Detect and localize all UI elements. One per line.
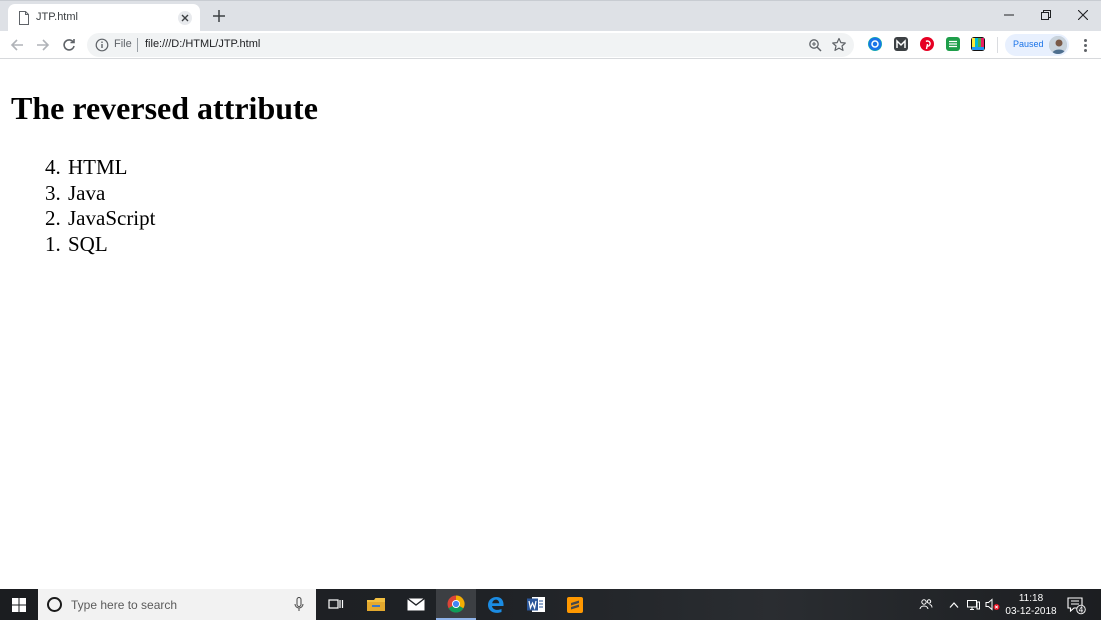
notification-count: 4 <box>1079 605 1084 614</box>
forward-icon[interactable] <box>33 35 53 55</box>
list-item: 4. HTML <box>45 155 128 179</box>
close-window-icon[interactable] <box>1064 1 1101 29</box>
microphone-icon[interactable] <box>294 597 304 612</box>
zoom-icon[interactable] <box>808 38 822 52</box>
tab-strip: JTP.html <box>0 0 1101 32</box>
clock-date: 03-12-2018 <box>1005 606 1057 617</box>
avatar <box>1049 36 1067 54</box>
reload-icon[interactable] <box>59 35 79 55</box>
people-icon[interactable] <box>916 589 936 620</box>
word-icon[interactable] <box>516 589 556 620</box>
omnibox-divider <box>137 38 138 52</box>
minimize-icon[interactable] <box>990 1 1027 29</box>
profile-paused-button[interactable]: Paused <box>1005 34 1069 56</box>
new-tab-icon[interactable] <box>210 7 228 25</box>
tab-jtp[interactable]: JTP.html <box>8 4 200 32</box>
browser-menu-icon[interactable] <box>1078 36 1092 54</box>
browser-toolbar: File file:///D:/HTML/JTP.html Paused <box>0 31 1101 59</box>
reversed-list: 4. HTML 3. Java 2. JavaScript 1. SQL <box>45 155 155 258</box>
bookmark-star-icon[interactable] <box>831 37 847 53</box>
page-title: The reversed attribute <box>11 90 318 126</box>
pinterest-icon[interactable] <box>920 37 934 51</box>
chrome-icon[interactable] <box>436 589 476 620</box>
taskbar-clock[interactable]: 11:18 03-12-2018 <box>1004 592 1058 618</box>
color-bars-extension-icon[interactable] <box>971 37 985 51</box>
mail-icon[interactable] <box>396 589 436 620</box>
chevron-up-icon[interactable] <box>946 589 962 620</box>
list-item: 3. Java <box>45 180 106 205</box>
windows-start-icon[interactable] <box>0 589 38 620</box>
volume-muted-icon[interactable] <box>983 589 1001 620</box>
tab-title: JTP.html <box>36 11 78 23</box>
cortana-icon <box>47 597 62 612</box>
info-icon[interactable] <box>95 38 109 52</box>
taskbar-search-box[interactable]: Type here to search <box>38 589 316 620</box>
list-item: 1. SQL <box>45 232 108 257</box>
url-text[interactable]: file:///D:/HTML/JTP.html <box>145 38 260 50</box>
green-extension-icon[interactable] <box>946 37 960 51</box>
page-icon <box>19 11 29 25</box>
list-item: 2. JavaScript <box>45 206 156 231</box>
profile-status: Paused <box>1013 39 1044 49</box>
search-placeholder: Type here to search <box>71 598 178 612</box>
windows-taskbar: Type here to search 11:18 03-12-2018 4 <box>0 589 1101 620</box>
address-bar[interactable]: File file:///D:/HTML/JTP.html <box>87 33 854 57</box>
m-extension-icon[interactable] <box>894 37 908 51</box>
scheme-label: File <box>114 38 132 50</box>
restore-icon[interactable] <box>1027 1 1064 29</box>
toolbar-divider <box>997 37 998 53</box>
clock-time: 11:18 <box>1018 593 1044 604</box>
action-center-icon[interactable]: 4 <box>1066 595 1086 615</box>
close-tab-icon[interactable] <box>178 11 192 25</box>
edge-icon[interactable] <box>476 589 516 620</box>
task-view-icon[interactable] <box>316 589 356 620</box>
grammarly-icon[interactable] <box>868 37 882 51</box>
file-explorer-icon[interactable] <box>356 589 396 620</box>
sublime-text-icon[interactable] <box>555 589 595 620</box>
back-icon[interactable] <box>7 35 27 55</box>
network-icon[interactable] <box>964 589 982 620</box>
page-content: The reversed attribute 4. HTML 3. Java 2. J… <box>0 60 1101 589</box>
